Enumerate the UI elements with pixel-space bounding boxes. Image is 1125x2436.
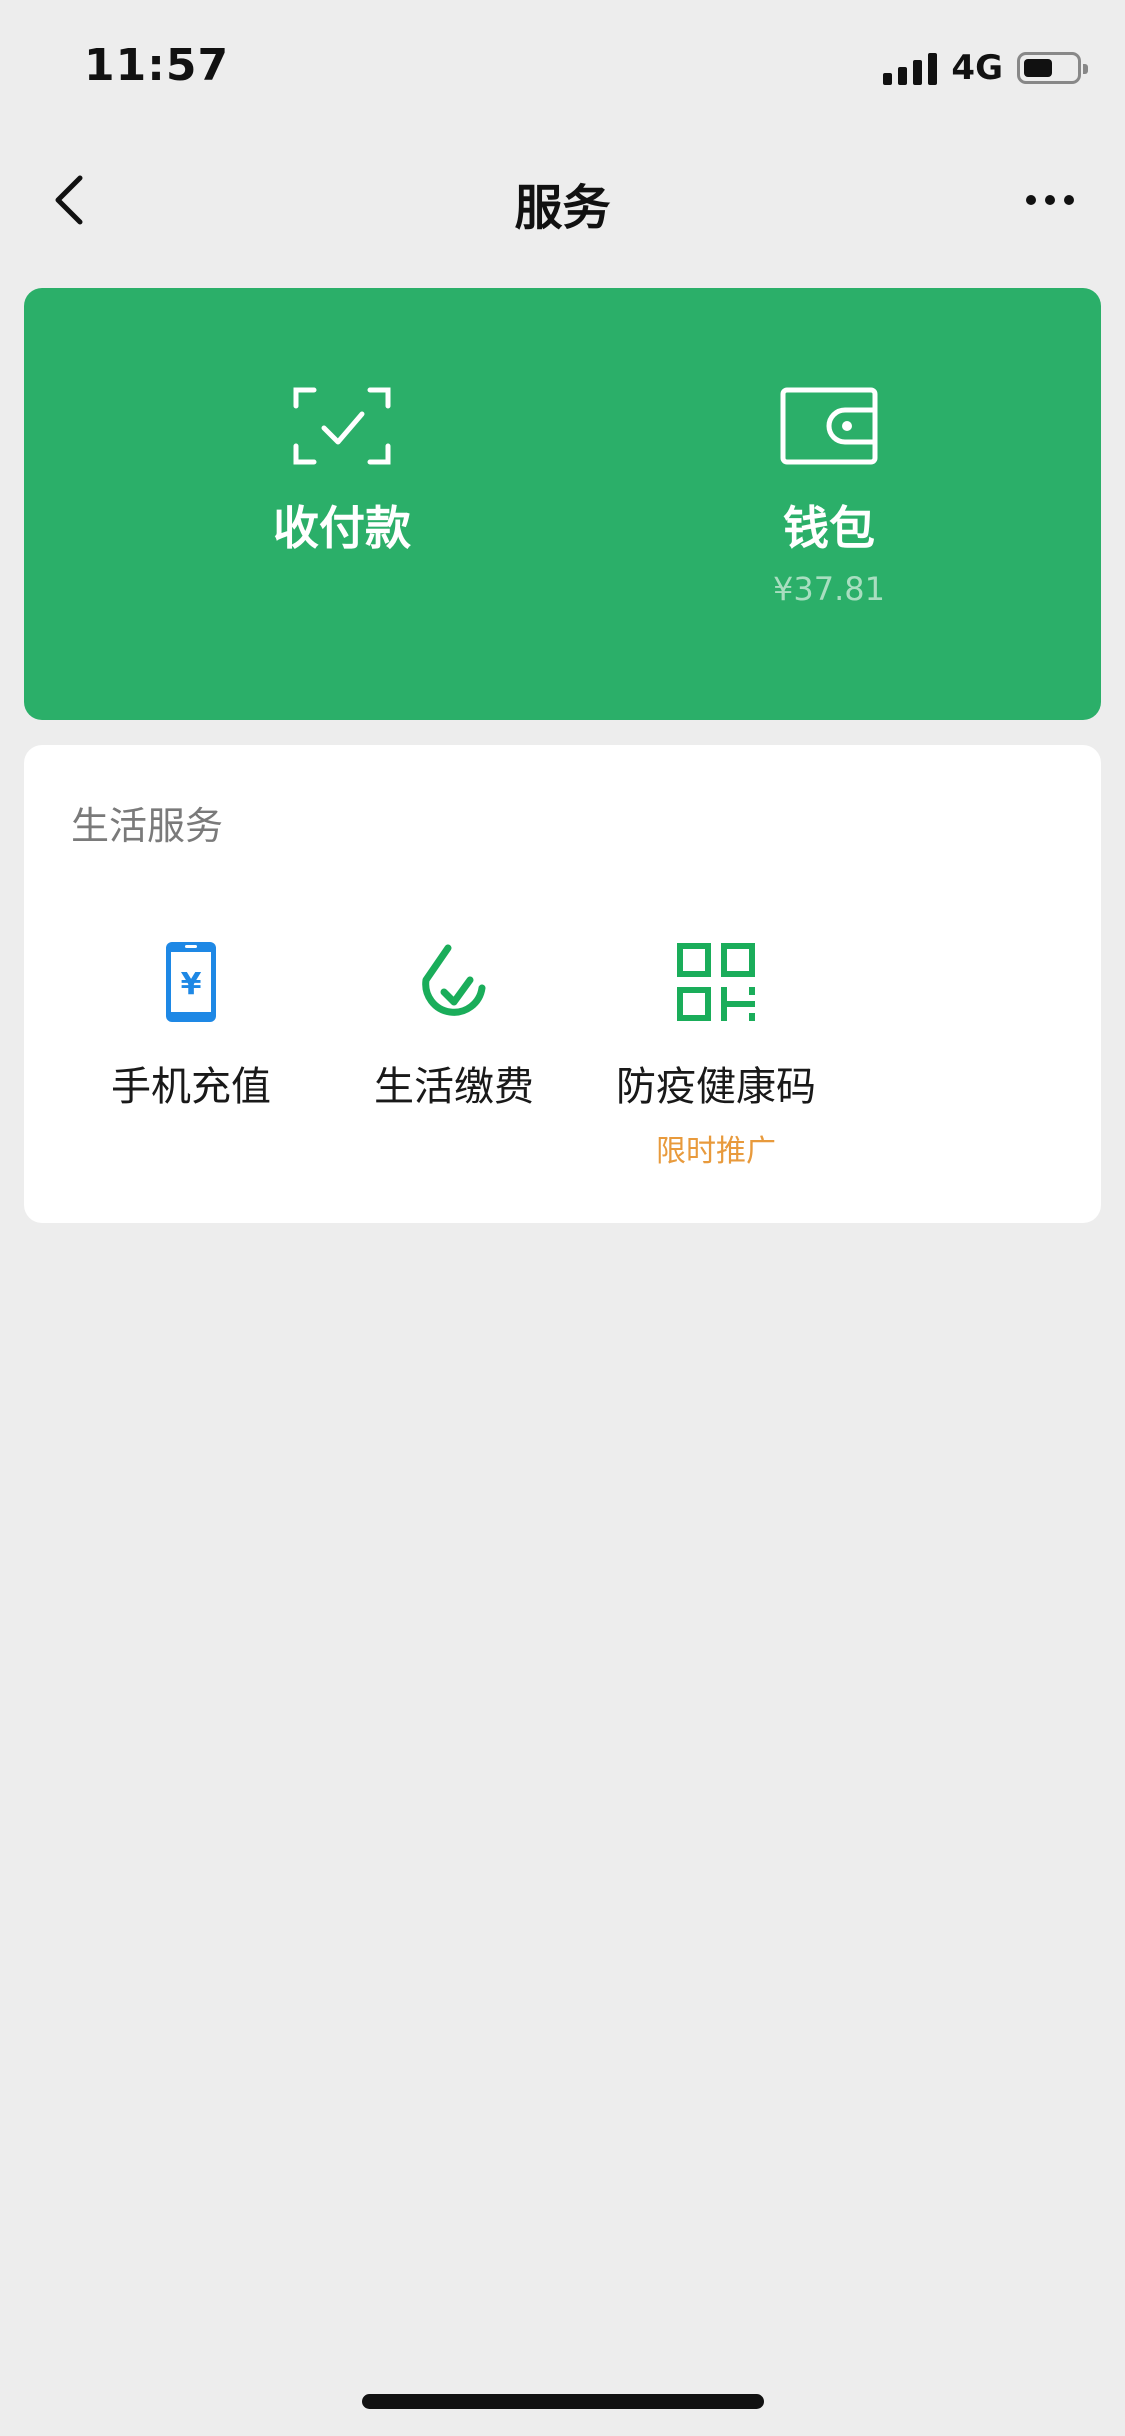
service-screen: 11:57 4G 服务 收付款 钱包 ¥37.81 生活服务 ¥ 手机充值 生活…: [0, 0, 1125, 2436]
signal-strength-icon: [883, 51, 938, 85]
wallet-label: 钱包: [783, 501, 875, 555]
more-dot: [1045, 195, 1055, 205]
section-title: 生活服务: [71, 804, 224, 848]
wallet-balance: ¥37.81: [773, 570, 885, 608]
wallet-button[interactable]: 钱包 ¥37.81: [679, 288, 979, 608]
pay-card: 收付款 钱包 ¥37.81: [24, 288, 1101, 720]
collect-pay-label: 收付款: [273, 501, 411, 555]
more-dot: [1064, 195, 1074, 205]
wallet-icon: [780, 387, 878, 465]
navigation-bar: 服务: [0, 140, 1125, 260]
more-button[interactable]: [1015, 170, 1085, 230]
more-dot: [1026, 195, 1036, 205]
network-type: 4G: [951, 48, 1003, 88]
mobile-topup-button[interactable]: ¥ 手机充值: [59, 940, 323, 1112]
mobile-topup-icon: ¥: [166, 942, 216, 1022]
status-bar: 11:57 4G: [0, 0, 1125, 135]
status-indicators: 4G: [883, 48, 1088, 88]
svg-text:¥: ¥: [181, 967, 202, 1002]
page-title: 服务: [514, 180, 611, 236]
utility-bill-icon: [422, 944, 486, 1016]
utility-bill-button[interactable]: 生活缴费: [322, 940, 586, 1112]
status-time: 11:57: [84, 40, 230, 91]
home-indicator[interactable]: [362, 2394, 764, 2409]
battery-icon: [1017, 52, 1088, 84]
qr-code-icon: [677, 943, 755, 1021]
collect-pay-button[interactable]: 收付款: [192, 288, 492, 558]
health-code-label: 防疫健康码: [616, 1064, 816, 1110]
mobile-topup-label: 手机充值: [111, 1064, 271, 1110]
life-services-card: 生活服务 ¥ 手机充值 生活缴费 防疫健康码 限时推广: [24, 745, 1101, 1223]
scan-check-icon: [293, 387, 391, 465]
promo-tag: 限时推广: [656, 1134, 776, 1169]
health-code-button[interactable]: 防疫健康码 限时推广: [584, 940, 848, 1170]
utility-bill-label: 生活缴费: [374, 1064, 534, 1110]
